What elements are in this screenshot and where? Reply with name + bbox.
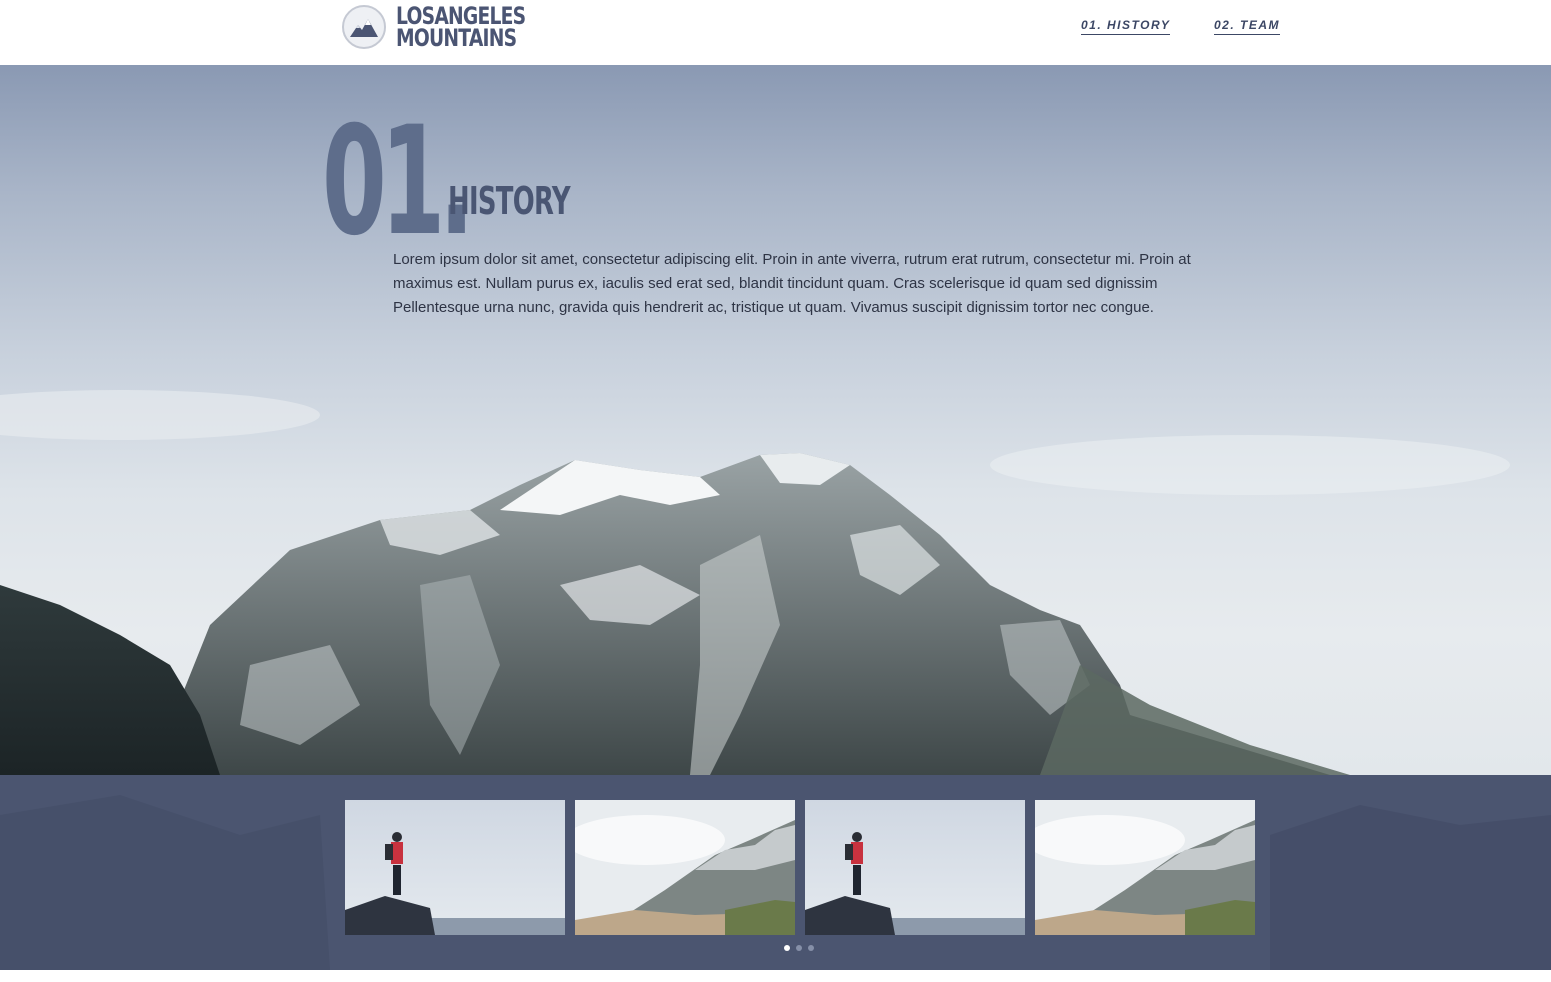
misty-mountain-image xyxy=(575,800,795,935)
logo-mountain-icon[interactable] xyxy=(342,5,386,49)
logo-line-2: MOUNTAINS xyxy=(396,24,517,52)
nav-link-team[interactable]: 02. TEAM xyxy=(1214,18,1281,35)
mountain-landscape-image xyxy=(0,390,1510,775)
gallery-thumbnail-3[interactable] xyxy=(805,800,1025,935)
site-header: LOSANGELES MOUNTAINS 01. HISTORY 02. TEA… xyxy=(0,0,1551,65)
gallery-band xyxy=(0,775,1551,970)
section-title: HISTORY xyxy=(448,179,571,223)
logo-wordmark[interactable]: LOSANGELES MOUNTAINS xyxy=(396,4,526,52)
carousel-dot-1[interactable] xyxy=(784,945,790,951)
hiker-on-rock-image xyxy=(345,800,565,935)
section-number: 01. xyxy=(322,95,474,269)
carousel-dot-3[interactable] xyxy=(808,945,814,951)
section-body-text: Lorem ipsum dolor sit amet, consectetur … xyxy=(393,251,1191,316)
misty-mountain-image xyxy=(1035,800,1255,935)
hiker-on-rock-image xyxy=(805,800,1025,935)
hero-section: 01. HISTORY Lorem ipsum dolor sit amet, … xyxy=(0,65,1551,775)
gallery-thumbnail-1[interactable] xyxy=(345,800,565,935)
gallery-thumbnail-2[interactable] xyxy=(575,800,795,935)
gallery-thumbnail-4[interactable] xyxy=(1035,800,1255,935)
carousel-dot-2[interactable] xyxy=(796,945,802,951)
nav-link-history[interactable]: 01. HISTORY xyxy=(1081,18,1171,35)
